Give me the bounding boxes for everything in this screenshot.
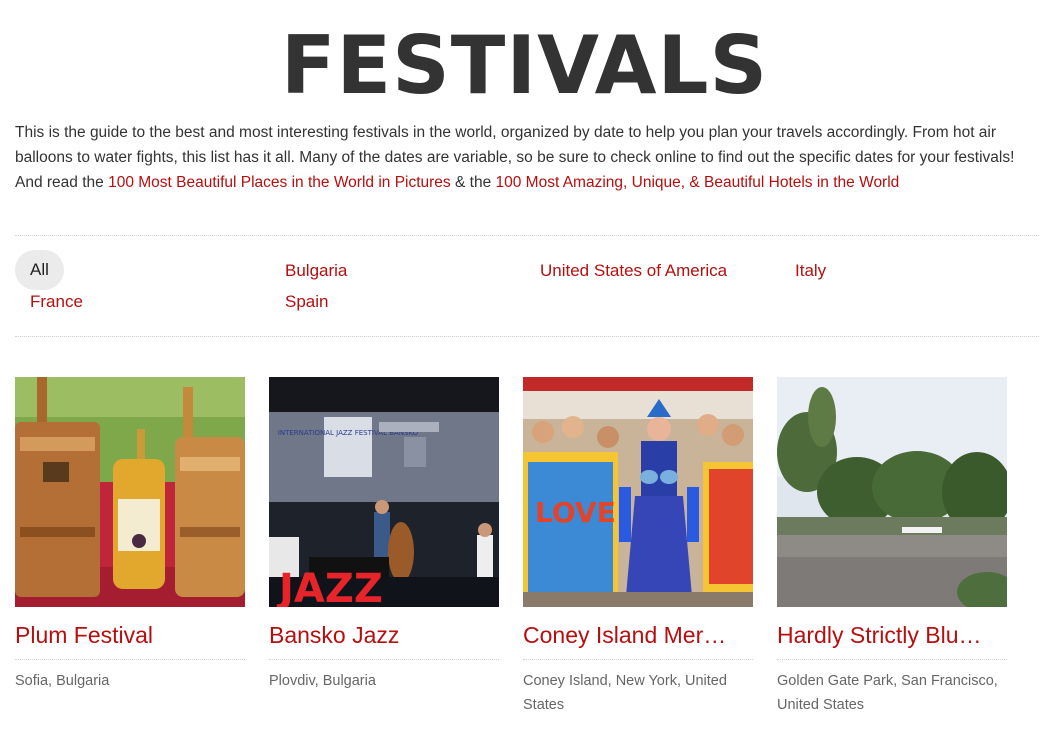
filter-all[interactable]: All: [15, 250, 64, 290]
card-divider: [777, 659, 1007, 660]
card-location: Sofia, Bulgaria: [15, 673, 110, 689]
card-title[interactable]: Coney Island Mer…: [523, 621, 753, 649]
card-location: Coney Island, New York, United States: [523, 673, 727, 713]
filter-spain[interactable]: Spain: [285, 291, 328, 313]
card-divider: [523, 659, 753, 660]
festival-card: Hardly Strictly Blu… Golden Gate Park, S…: [777, 377, 1007, 717]
card-title[interactable]: Plum Festival: [15, 621, 245, 649]
beautiful-places-link[interactable]: 100 Most Beautiful Places in the World i…: [108, 174, 451, 191]
jazz-letters: JAZZ: [276, 566, 383, 607]
festival-card: INTERNATIONAL JAZZ FESTIVAL BANSKO JAZZ …: [269, 377, 499, 693]
intro-connector: & the: [450, 174, 496, 191]
filter-bulgaria[interactable]: Bulgaria: [285, 260, 347, 282]
filter-italy[interactable]: Italy: [795, 260, 826, 282]
card-title[interactable]: Hardly Strictly Blu…: [777, 621, 1007, 649]
festival-card: Plum Festival Sofia, Bulgaria: [15, 377, 245, 693]
card-location: Plovdiv, Bulgaria: [269, 673, 376, 689]
intro-paragraph: This is the guide to the best and most i…: [15, 120, 1015, 195]
hardly-strictly-photo[interactable]: [777, 377, 1007, 607]
card-location: Golden Gate Park, San Francisco, United …: [777, 673, 998, 713]
page-title: FESTIVALS: [280, 19, 769, 112]
filter-usa[interactable]: United States of America: [540, 260, 727, 282]
divider-top: [15, 235, 1039, 236]
card-divider: [15, 659, 245, 660]
card-title[interactable]: Bansko Jazz: [269, 621, 499, 649]
plum-festival-photo[interactable]: [15, 377, 245, 607]
filter-france[interactable]: France: [30, 291, 83, 313]
card-divider: [269, 659, 499, 660]
amazing-hotels-link[interactable]: 100 Most Amazing, Unique, & Beautiful Ho…: [496, 174, 900, 191]
festival-card: LOVE Coney Island Mer… Coney Island, New…: [523, 377, 753, 717]
bansko-jazz-photo[interactable]: INTERNATIONAL JAZZ FESTIVAL BANSKO JAZZ: [269, 377, 499, 607]
love-sign-text: LOVE: [535, 496, 616, 529]
coney-island-photo[interactable]: LOVE: [523, 377, 753, 607]
divider-bottom: [15, 336, 1039, 337]
